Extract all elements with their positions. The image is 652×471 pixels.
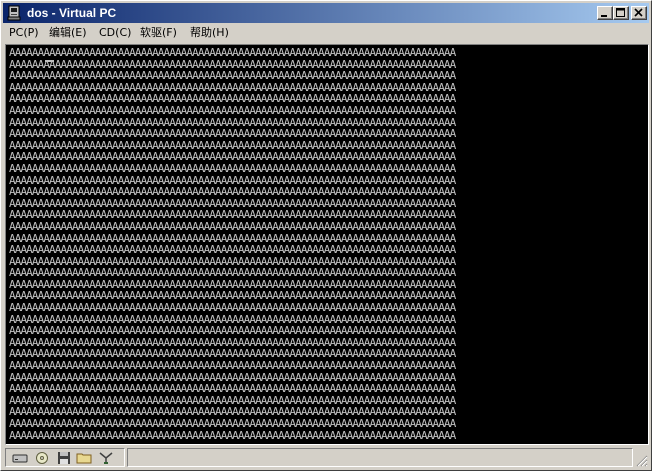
computer-icon xyxy=(7,5,21,21)
close-button[interactable] xyxy=(631,6,647,20)
maximize-icon xyxy=(616,8,625,17)
close-icon xyxy=(634,8,643,17)
window-title: dos - Virtual PC xyxy=(27,6,117,20)
cd-icon[interactable] xyxy=(34,451,50,465)
virtual-pc-window: dos - Virtual PC PC(P) 编辑(E) CD(C) 软驱(F)… xyxy=(0,0,652,471)
menu-bar: PC(P) 编辑(E) CD(C) 软驱(F) 帮助(H) xyxy=(3,24,649,42)
text-cursor xyxy=(45,60,54,62)
status-bar xyxy=(3,447,649,468)
console-text: AAAAAAAAAAAAAAAAAAAAAAAAAAAAAAAAAAAAAAAA… xyxy=(9,46,456,442)
floppy-icon[interactable] xyxy=(56,451,72,465)
menu-pc[interactable]: PC(P) xyxy=(9,25,39,41)
minimize-icon xyxy=(601,15,607,17)
menu-floppy[interactable]: 软驱(F) xyxy=(140,25,177,41)
menu-help[interactable]: 帮助(H) xyxy=(190,25,229,41)
resize-grip-icon[interactable] xyxy=(636,455,648,467)
status-message-panel xyxy=(127,448,633,467)
maximize-button[interactable] xyxy=(613,6,629,20)
dos-console-screen[interactable]: AAAAAAAAAAAAAAAAAAAAAAAAAAAAAAAAAAAAAAAA… xyxy=(5,44,649,445)
menu-edit[interactable]: 编辑(E) xyxy=(49,25,87,41)
network-icon[interactable] xyxy=(98,451,114,465)
device-icons-panel xyxy=(5,448,125,467)
minimize-button[interactable] xyxy=(597,6,613,20)
menu-cd[interactable]: CD(C) xyxy=(99,25,131,41)
title-bar[interactable]: dos - Virtual PC xyxy=(3,3,649,23)
shared-folder-icon[interactable] xyxy=(76,451,92,465)
hard-disk-icon[interactable] xyxy=(12,451,28,465)
